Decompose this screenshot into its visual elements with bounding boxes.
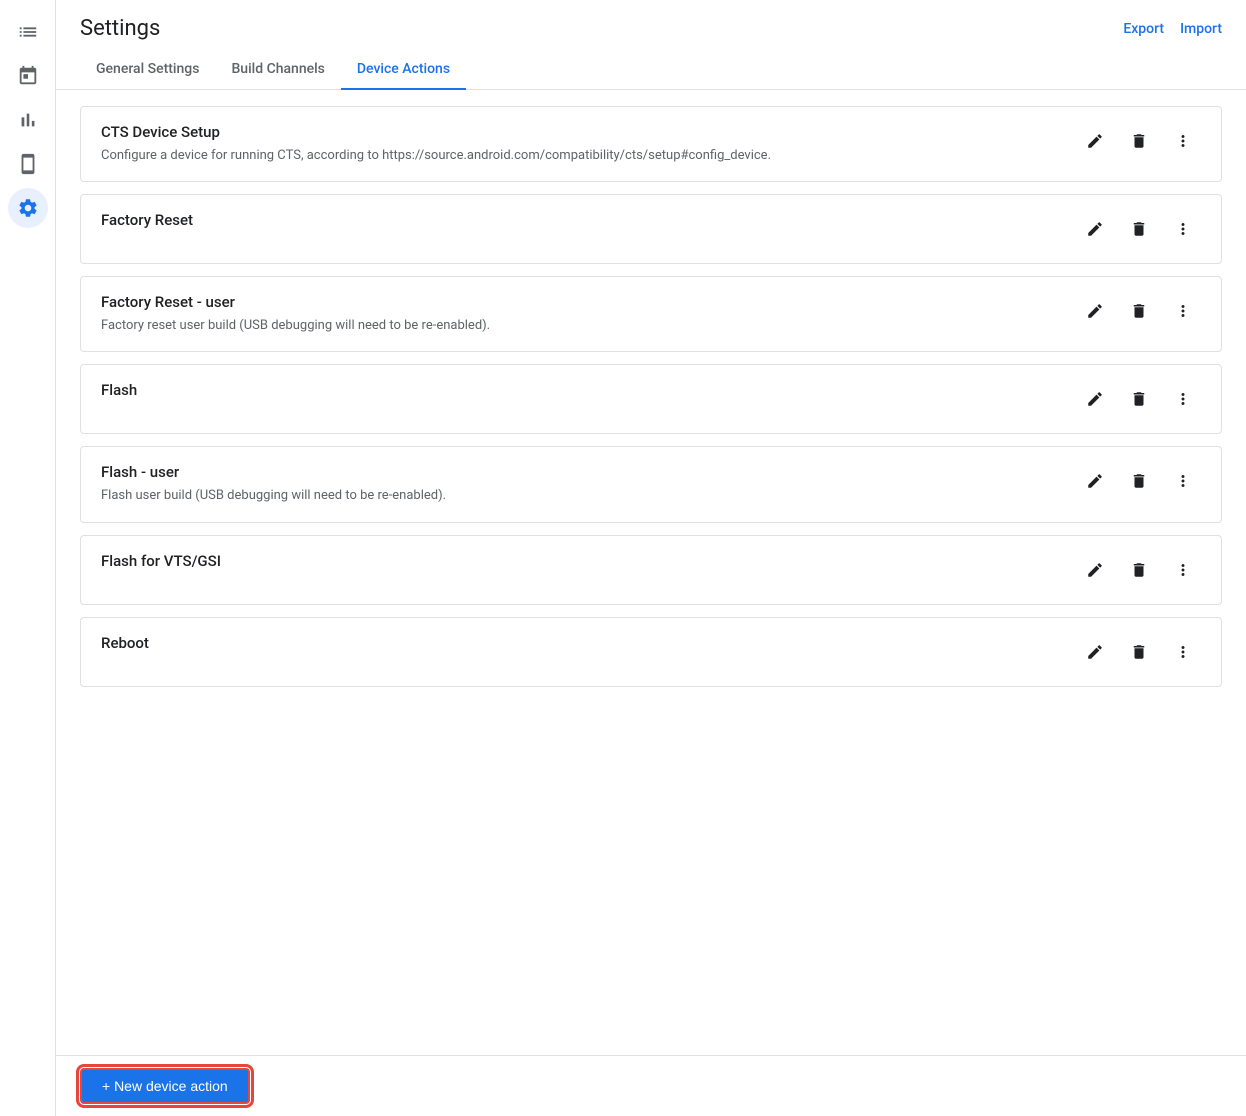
- action-card: Factory Reset - user Factory reset user b…: [80, 276, 1222, 352]
- action-card-title: Reboot: [101, 634, 1061, 652]
- page-header: Settings Export Import: [56, 0, 1246, 41]
- bottom-bar: + New device action: [56, 1055, 1246, 1116]
- action-card-controls: [1077, 552, 1201, 588]
- action-card: CTS Device Setup Configure a device for r…: [80, 106, 1222, 182]
- action-card-controls: [1077, 211, 1201, 247]
- more-options-button[interactable]: [1165, 293, 1201, 329]
- action-card-content: Flash - user Flash user build (USB debugg…: [101, 463, 1061, 505]
- action-card: Reboot: [80, 617, 1222, 687]
- more-options-button[interactable]: [1165, 634, 1201, 670]
- sidebar-item-settings[interactable]: [8, 188, 48, 228]
- tabs-container: General Settings Build Channels Device A…: [56, 49, 1246, 90]
- action-card-content: Reboot: [101, 634, 1061, 658]
- action-card-content: Factory Reset: [101, 211, 1061, 235]
- action-card-controls: [1077, 123, 1201, 159]
- action-card-content: Flash: [101, 381, 1061, 405]
- delete-action-button[interactable]: [1121, 552, 1157, 588]
- action-card: Flash: [80, 364, 1222, 434]
- delete-action-button[interactable]: [1121, 123, 1157, 159]
- action-card-description: Configure a device for running CTS, acco…: [101, 147, 1061, 165]
- edit-action-button[interactable]: [1077, 381, 1113, 417]
- delete-action-button[interactable]: [1121, 463, 1157, 499]
- action-card: Factory Reset: [80, 194, 1222, 264]
- content-area: CTS Device Setup Configure a device for r…: [56, 90, 1246, 1116]
- action-card-controls: [1077, 293, 1201, 329]
- edit-action-button[interactable]: [1077, 123, 1113, 159]
- delete-action-button[interactable]: [1121, 211, 1157, 247]
- new-device-action-button[interactable]: + New device action: [80, 1068, 250, 1104]
- more-options-button[interactable]: [1165, 211, 1201, 247]
- action-card-content: Factory Reset - user Factory reset user b…: [101, 293, 1061, 335]
- sidebar-item-calendar[interactable]: [8, 56, 48, 96]
- edit-action-button[interactable]: [1077, 634, 1113, 670]
- more-options-button[interactable]: [1165, 463, 1201, 499]
- more-options-button[interactable]: [1165, 123, 1201, 159]
- action-card-content: CTS Device Setup Configure a device for r…: [101, 123, 1061, 165]
- action-card-title: CTS Device Setup: [101, 123, 1061, 141]
- action-card-title: Flash - user: [101, 463, 1061, 481]
- more-options-button[interactable]: [1165, 381, 1201, 417]
- more-options-button[interactable]: [1165, 552, 1201, 588]
- action-card-title: Factory Reset - user: [101, 293, 1061, 311]
- delete-action-button[interactable]: [1121, 293, 1157, 329]
- import-link[interactable]: Import: [1180, 21, 1222, 37]
- sidebar: [0, 0, 56, 1116]
- delete-action-button[interactable]: [1121, 634, 1157, 670]
- edit-action-button[interactable]: [1077, 211, 1113, 247]
- edit-action-button[interactable]: [1077, 293, 1113, 329]
- action-card-title: Factory Reset: [101, 211, 1061, 229]
- action-card-controls: [1077, 634, 1201, 670]
- sidebar-item-analytics[interactable]: [8, 100, 48, 140]
- action-card-description: Factory reset user build (USB debugging …: [101, 317, 1061, 335]
- sidebar-item-device[interactable]: [8, 144, 48, 184]
- tab-build-channels[interactable]: Build Channels: [215, 49, 340, 89]
- tab-general-settings[interactable]: General Settings: [80, 49, 215, 89]
- header-actions: Export Import: [1123, 21, 1222, 37]
- action-card-controls: [1077, 381, 1201, 417]
- sidebar-item-list[interactable]: [8, 12, 48, 52]
- action-card-controls: [1077, 463, 1201, 499]
- page-title: Settings: [80, 16, 160, 41]
- tab-device-actions[interactable]: Device Actions: [341, 49, 466, 89]
- action-card: Flash - user Flash user build (USB debugg…: [80, 446, 1222, 522]
- action-card-title: Flash: [101, 381, 1061, 399]
- main-panel: Settings Export Import General Settings …: [56, 0, 1246, 1116]
- edit-action-button[interactable]: [1077, 552, 1113, 588]
- action-card-content: Flash for VTS/GSI: [101, 552, 1061, 576]
- action-card-description: Flash user build (USB debugging will nee…: [101, 487, 1061, 505]
- action-card: Flash for VTS/GSI: [80, 535, 1222, 605]
- edit-action-button[interactable]: [1077, 463, 1113, 499]
- delete-action-button[interactable]: [1121, 381, 1157, 417]
- action-card-title: Flash for VTS/GSI: [101, 552, 1061, 570]
- export-link[interactable]: Export: [1123, 21, 1164, 37]
